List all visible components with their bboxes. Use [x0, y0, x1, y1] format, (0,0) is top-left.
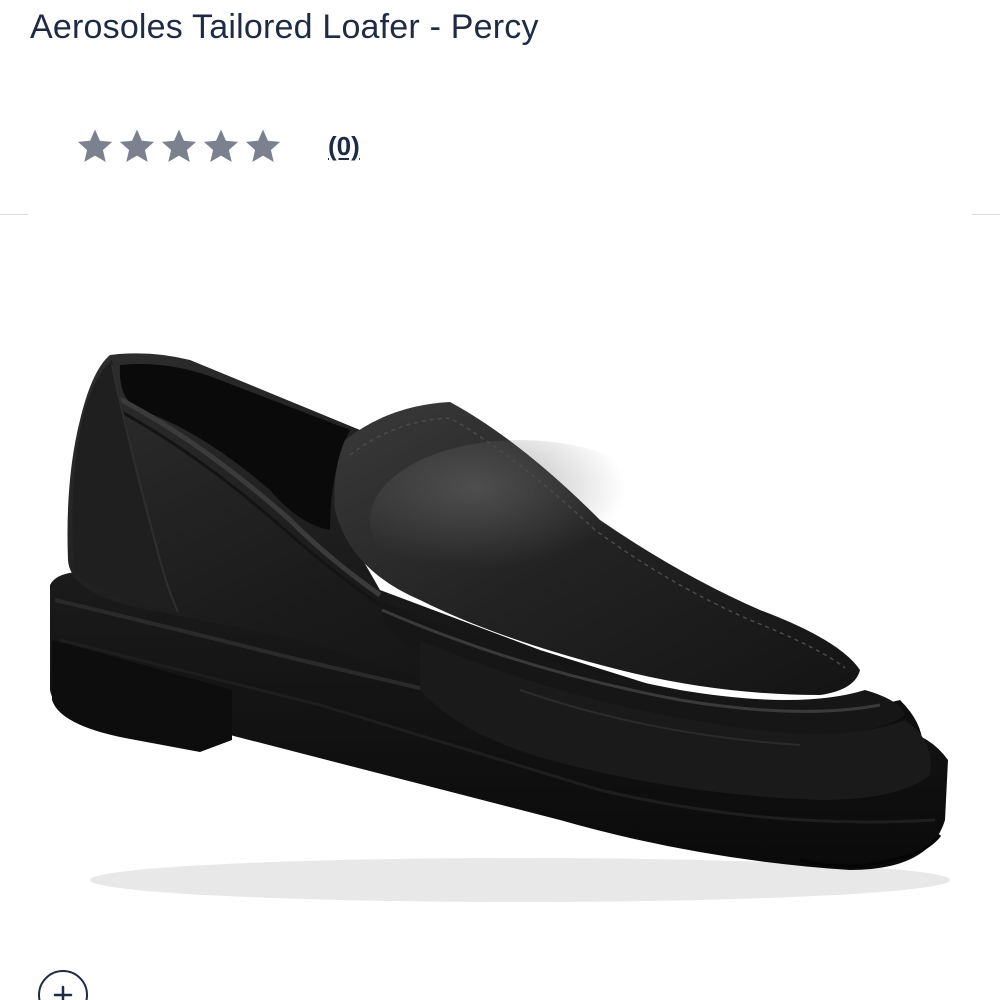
black-loafer-shoe-image[interactable] — [0, 230, 1000, 950]
plus-icon — [53, 985, 73, 1000]
star-icon — [77, 129, 113, 162]
star-icon — [203, 129, 239, 162]
rating-summary: (0) — [76, 120, 360, 172]
star-icon — [119, 129, 155, 162]
zoom-button[interactable] — [38, 970, 88, 1000]
star-icon — [161, 129, 197, 162]
star-rating[interactable] — [76, 127, 282, 165]
divider — [972, 214, 1000, 215]
product-page: Aerosoles Tailored Loafer - Percy (0) — [0, 0, 1000, 1000]
star-icon — [245, 129, 281, 162]
review-count-link[interactable]: (0) — [328, 131, 360, 162]
divider — [0, 214, 28, 215]
product-title: Aerosoles Tailored Loafer - Percy — [30, 8, 539, 46]
